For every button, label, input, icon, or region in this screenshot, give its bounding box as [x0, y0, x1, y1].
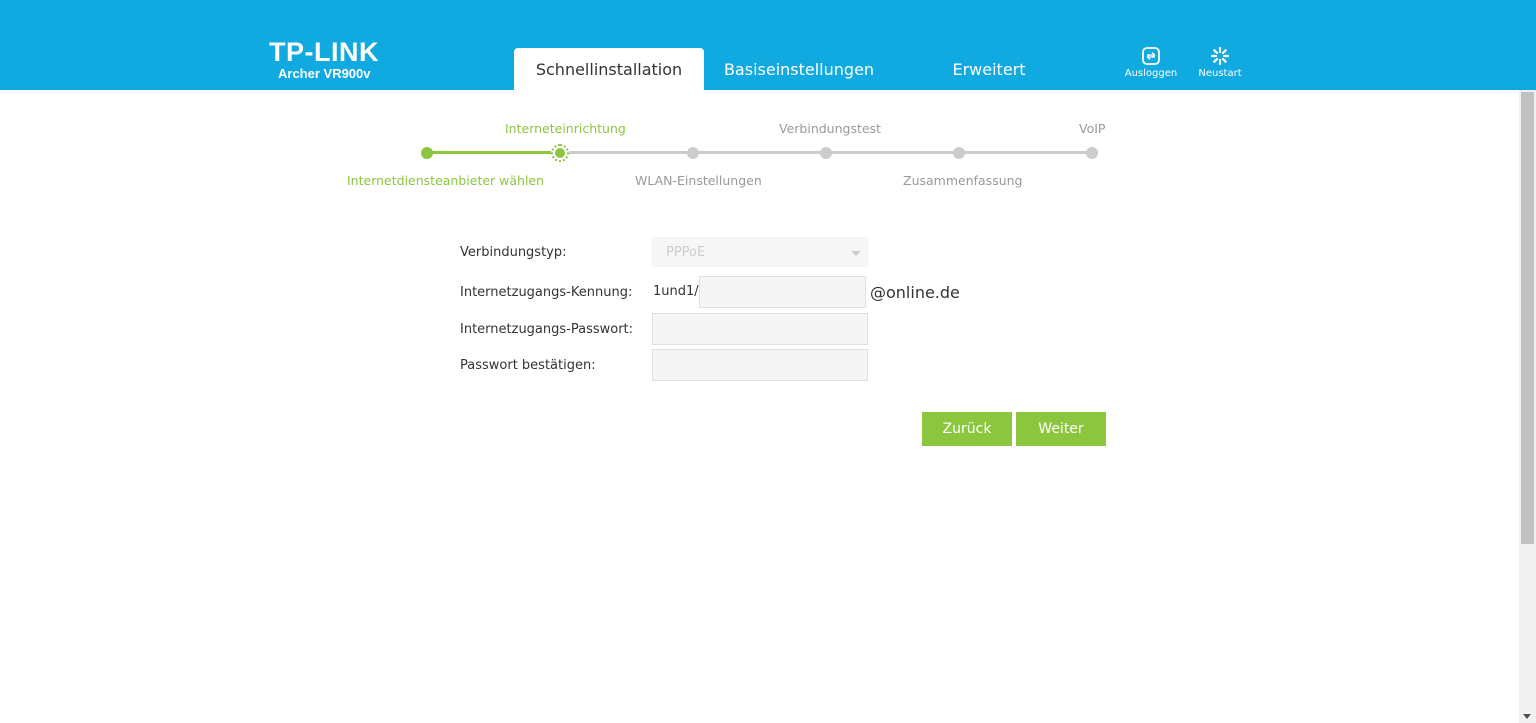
step-dot-summary [953, 147, 965, 159]
next-button[interactable]: Weiter [1016, 412, 1106, 446]
step-label-isp: Internetdiensteanbieter wählen [347, 173, 545, 188]
connection-type-select[interactable]: PPPoE [652, 237, 868, 267]
vertical-scrollbar[interactable] [1519, 90, 1536, 723]
step-dot-test [820, 147, 832, 159]
brand-logo: TP-LINK [269, 37, 379, 67]
connection-type-value: PPPoE [666, 245, 706, 260]
password-input[interactable] [652, 313, 868, 345]
reboot-label: Neustart [1198, 68, 1242, 79]
step-label-summary: Zusammenfassung [903, 173, 1023, 188]
confirm-password-input[interactable] [652, 349, 868, 381]
reboot-button[interactable]: Neustart [1190, 46, 1250, 86]
step-dot-internet [551, 144, 569, 162]
username-label: Internetzugangs-Kennung: [460, 285, 633, 300]
logout-label: Ausloggen [1124, 68, 1178, 79]
step-label-wlan: WLAN-Einstellungen [635, 173, 762, 188]
password-label: Internetzugangs-Passwort: [460, 322, 634, 337]
step-dot-isp [421, 147, 433, 159]
logout-icon [1142, 47, 1160, 65]
setup-stepper: Internetdiensteanbieter wählen Internete… [0, 110, 1519, 200]
scrollbar-thumb[interactable] [1521, 92, 1534, 544]
username-input[interactable] [699, 276, 866, 308]
top-header: TP-LINK Archer VR900v Schnellinstallatio… [0, 0, 1536, 90]
step-dot-wlan [687, 147, 699, 159]
step-label-internet: Interneteinrichtung [505, 121, 626, 136]
stepper-track-done [427, 151, 560, 154]
scroll-down-arrow-icon[interactable] [1523, 714, 1531, 719]
confirm-password-label: Passwort bestätigen: [460, 358, 596, 373]
chevron-down-icon [851, 251, 861, 256]
logout-button[interactable]: Ausloggen [1121, 46, 1181, 86]
connection-type-label: Verbindungstyp: [460, 245, 567, 260]
tab-basic[interactable]: Basiseinstellungen [704, 48, 894, 90]
step-dot-voip [1086, 147, 1098, 159]
username-prefix: 1und1/ [653, 284, 699, 299]
model-name: Archer VR900v [278, 66, 371, 81]
step-label-test: Verbindungstest [779, 121, 881, 136]
username-suffix: @online.de [870, 283, 960, 302]
step-label-voip: VoIP [1079, 121, 1106, 136]
reboot-spinner-icon [1210, 46, 1230, 66]
back-button[interactable]: Zurück [922, 412, 1012, 446]
tab-advanced[interactable]: Erweitert [894, 48, 1084, 90]
tab-quick-setup[interactable]: Schnellinstallation [514, 48, 704, 90]
